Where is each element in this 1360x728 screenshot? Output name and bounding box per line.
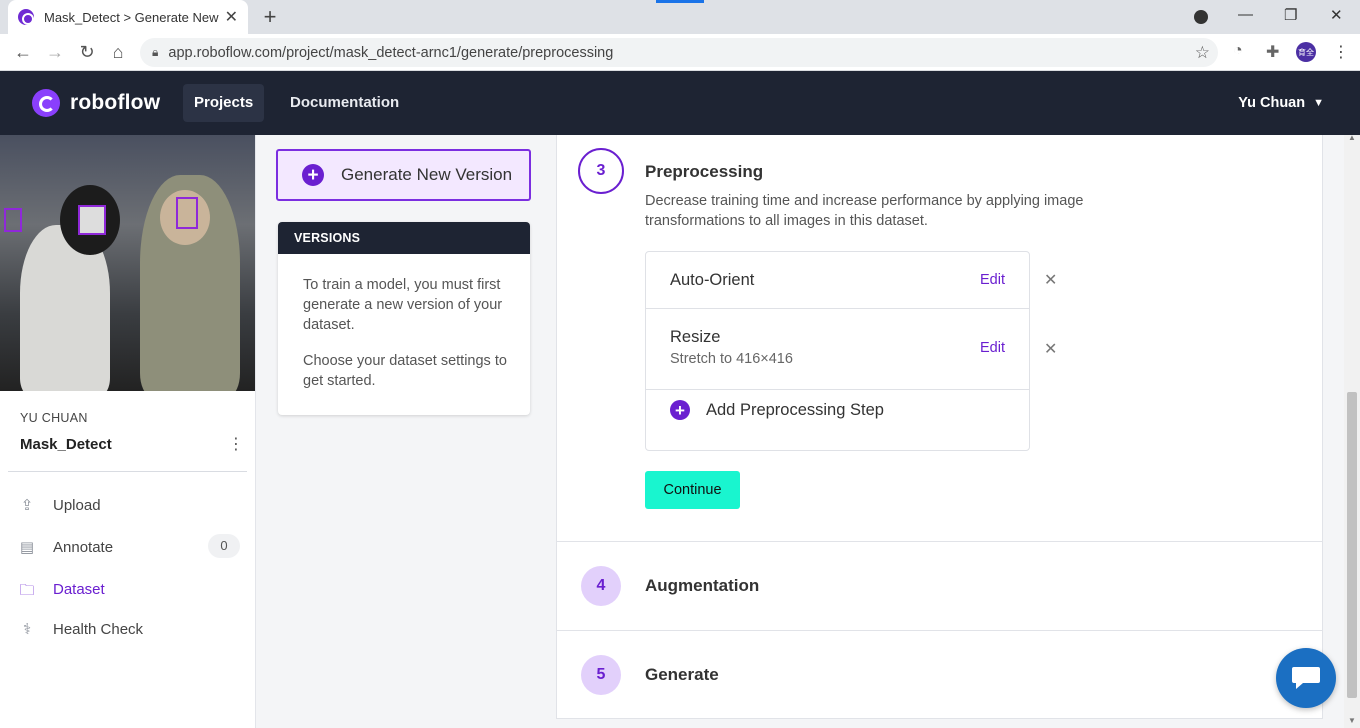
annotation-box (176, 197, 198, 229)
annotate-count-badge: 0 (208, 534, 240, 558)
roboflow-logo[interactable]: roboflow (32, 89, 160, 117)
preprocessing-item: Auto-Orient Edit (646, 252, 1029, 309)
step-number-4: 4 (581, 566, 621, 606)
sidebar-item-label: Health Check (53, 620, 144, 638)
step-title-generate[interactable]: Generate (645, 665, 719, 685)
step-title-preprocessing: Preprocessing (645, 162, 764, 181)
remove-resize-icon[interactable]: ✕ (1044, 339, 1057, 359)
annotation-box (4, 208, 22, 232)
versions-heading: VERSIONS (278, 222, 530, 254)
reload-icon[interactable]: ↻ (76, 42, 98, 63)
edit-auto-orient-button[interactable]: Edit (980, 272, 1005, 288)
version-steps-panel: 3 Preprocessing Decrease training time a… (556, 135, 1323, 719)
sidebar-item-dataset[interactable]: 🗀︎ Dataset (16, 575, 240, 603)
puzzle-icon[interactable]: ✚ (1266, 42, 1279, 62)
tab-search-icon[interactable] (1194, 10, 1208, 24)
chat-button[interactable] (1276, 648, 1336, 708)
browser-tab-bar: Mask_Detect > Generate New V ✕ + — ❐ ✕ (0, 0, 1360, 34)
preprocessing-item: Resize Stretch to 416×416 Edit (646, 309, 1029, 390)
step-number-5: 5 (581, 655, 621, 695)
annotation-box (78, 205, 106, 235)
window-close-icon[interactable]: ✕ (1330, 6, 1343, 24)
nav-projects[interactable]: Projects (183, 84, 265, 122)
remove-auto-orient-icon[interactable]: ✕ (1044, 270, 1057, 290)
bookmark-star-icon[interactable]: ☆ (1195, 43, 1210, 63)
sidebar-item-upload[interactable]: ⇪ Upload (16, 491, 240, 519)
lock-icon: 🔒︎ (152, 45, 159, 59)
tab-strip-indicator (656, 0, 704, 3)
generate-new-version-label: Generate New Version (341, 165, 513, 184)
project-options-icon[interactable]: ⋮ (228, 434, 244, 454)
preprocessing-list: Auto-Orient Edit Resize Stretch to 416×4… (645, 251, 1030, 451)
edit-resize-button[interactable]: Edit (980, 340, 1005, 356)
sidebar-item-label: Dataset (53, 580, 105, 598)
browser-menu-icon[interactable]: ⋮ (1333, 42, 1349, 62)
project-sidebar: YU CHUAN Mask_Detect ⋮ ⇪ Upload ▤ Annota… (0, 135, 256, 728)
nav-documentation[interactable]: Documentation (279, 84, 410, 122)
versions-help-text-2: Choose your dataset settings to get star… (303, 353, 507, 389)
profile-avatar[interactable]: 育全 (1296, 42, 1316, 62)
annotate-icon: ▤ (19, 539, 35, 556)
home-icon[interactable]: ⌂ (107, 42, 129, 63)
folder-icon: 🗀︎ (19, 582, 35, 599)
brand-name: roboflow (70, 91, 161, 114)
scroll-up-icon[interactable]: ▲ (1348, 133, 1356, 142)
forward-icon[interactable]: → (44, 42, 66, 63)
sidebar-item-health-check[interactable]: ⚕ Health Check (16, 615, 240, 643)
versions-help-text: To train a model, you must first generat… (303, 277, 503, 333)
plus-circle-icon: + (302, 164, 324, 186)
add-preprocessing-label: Add Preprocessing Step (706, 400, 884, 419)
minimize-icon[interactable]: — (1238, 6, 1253, 23)
preprocessing-item-name: Resize (670, 328, 721, 346)
address-bar[interactable]: 🔒︎ app.roboflow.com/project/mask_detect-… (140, 38, 1218, 67)
new-tab-icon[interactable]: + (260, 4, 280, 30)
sidebar-item-annotate[interactable]: ▤ Annotate 0 (16, 533, 240, 561)
workspace-name: YU CHUAN (20, 411, 88, 425)
stethoscope-icon: ⚕ (22, 621, 32, 638)
continue-button[interactable]: Continue (645, 471, 740, 509)
step-divider (557, 630, 1322, 631)
preprocessing-item-name: Auto-Orient (670, 271, 755, 289)
user-name: Yu Chuan (1238, 95, 1306, 111)
url-text: app.roboflow.com/project/mask_detect-arn… (168, 44, 614, 61)
browser-toolbar: ← → ↻ ⌂ 🔒︎ app.roboflow.com/project/mask… (0, 34, 1360, 71)
step-description: Decrease training time and increase perf… (645, 193, 1084, 229)
step-divider (557, 541, 1322, 542)
generate-new-version-button[interactable]: + Generate New Version (276, 149, 531, 201)
app-header: roboflow Projects Documentation Yu Chuan… (0, 71, 1360, 135)
restore-icon[interactable]: ❐ (1284, 6, 1297, 24)
plus-circle-icon: + (670, 400, 690, 420)
project-name: Mask_Detect (20, 436, 112, 453)
project-cover-image (0, 135, 255, 391)
versions-card: VERSIONS To train a model, you must firs… (278, 222, 530, 415)
upload-icon: ⇪ (20, 497, 34, 514)
roboflow-favicon-icon (18, 9, 34, 25)
chevron-down-icon: ▼ (1313, 97, 1324, 109)
browser-tab[interactable]: Mask_Detect > Generate New V ✕ (8, 0, 248, 34)
add-preprocessing-step-button[interactable]: + Add Preprocessing Step (670, 400, 884, 420)
user-menu[interactable]: Yu Chuan ▼ (1238, 95, 1324, 111)
sidebar-item-label: Annotate (53, 538, 114, 556)
sidebar-divider (8, 471, 247, 472)
scrollbar-thumb[interactable] (1347, 392, 1357, 698)
roboflow-logo-icon (32, 89, 60, 117)
back-icon[interactable]: ← (12, 42, 34, 63)
step-title-augmentation[interactable]: Augmentation (645, 576, 759, 596)
scroll-down-icon[interactable]: ▼ (1348, 716, 1356, 725)
extension-icon[interactable]: ◔ (1233, 42, 1243, 60)
tab-title: Mask_Detect > Generate New V (44, 9, 219, 25)
sidebar-item-label: Upload (53, 496, 101, 514)
chat-bubble-icon (1292, 667, 1320, 689)
preprocessing-item-detail: Stretch to 416×416 (670, 351, 793, 367)
tab-close-icon[interactable]: ✕ (225, 7, 238, 27)
step-number-3: 3 (578, 148, 624, 194)
